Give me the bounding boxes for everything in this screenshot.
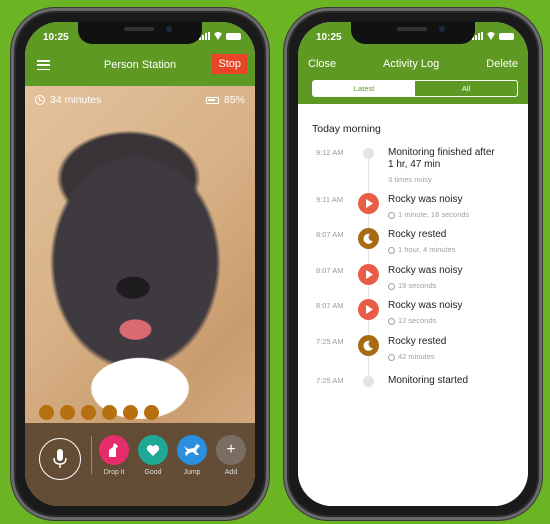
segmented-control: Latest All — [312, 80, 518, 97]
entry-time: 9:12 AM — [316, 148, 344, 157]
status-dot-icon — [363, 148, 374, 159]
control-panel: Drop it Good Jump + Add — [25, 423, 255, 506]
heart-icon — [138, 435, 168, 465]
play-icon[interactable] — [358, 299, 379, 320]
status-time: 10:25 — [316, 32, 342, 43]
phone-frame-right: 10:25 Close Activity Log Delete Latest A… — [284, 8, 542, 520]
nav-bar: Close Activity Log Delete — [308, 50, 518, 78]
status-dot-icon — [363, 376, 374, 387]
action-drop-it[interactable]: Drop it — [99, 435, 129, 476]
action-add[interactable]: + Add — [216, 435, 246, 476]
nav-bar: Person Station Stop — [25, 50, 255, 80]
moon-icon — [358, 228, 379, 249]
clock-icon — [388, 282, 395, 290]
dog-sit-icon — [99, 435, 129, 465]
microphone-icon — [53, 449, 67, 468]
tab-latest[interactable]: Latest — [313, 81, 415, 96]
clock-icon — [35, 95, 45, 105]
entry-title: Rocky was noisy — [388, 194, 463, 205]
moon-icon — [358, 335, 379, 356]
feed-info: 34 minutes 85% — [35, 94, 245, 106]
clock-icon — [388, 353, 395, 361]
divider — [91, 436, 92, 474]
wifi-icon — [486, 32, 496, 40]
action-jump[interactable]: Jump — [177, 435, 207, 476]
treat-dot — [60, 405, 75, 420]
battery-icon — [499, 33, 514, 40]
command-actions: Drop it Good Jump + Add — [99, 435, 246, 476]
entry-title: Rocky was noisy — [388, 300, 463, 311]
action-label: Good — [144, 469, 162, 476]
clock-icon — [388, 317, 395, 325]
camera-screen: 10:25 Person Station Stop 34 minutes 85% — [25, 22, 255, 506]
battery-icon — [205, 96, 219, 104]
treat-indicator — [39, 405, 159, 420]
entry-duration: 12 seconds — [398, 316, 437, 325]
microphone-button[interactable] — [39, 438, 81, 480]
duration: 34 minutes — [35, 94, 101, 106]
entry-duration: 42 minutes — [398, 352, 435, 361]
action-label: Drop it — [103, 469, 125, 476]
stop-button[interactable]: Stop — [212, 54, 247, 74]
battery-icon — [226, 33, 241, 40]
plus-icon: + — [216, 435, 246, 465]
wifi-icon — [213, 32, 223, 40]
entry-title: Monitoring started — [388, 375, 469, 386]
entry-duration: 1 hour, 4 minutes — [398, 245, 456, 254]
entry-duration: 1 minute, 18 seconds — [398, 210, 470, 219]
action-good[interactable]: Good — [138, 435, 168, 476]
phone-frame-left: 10:25 Person Station Stop 34 minutes 85% — [11, 8, 269, 520]
battery-level: 85% — [205, 94, 245, 106]
entry-time: 8:07 AM — [316, 266, 344, 275]
status-time: 10:25 — [43, 32, 69, 43]
delete-button[interactable]: Delete — [486, 58, 518, 70]
section-title: Today morning — [312, 123, 381, 135]
menu-icon[interactable] — [37, 60, 50, 70]
entry-duration: 19 seconds — [398, 281, 437, 290]
tab-all[interactable]: All — [415, 81, 517, 96]
action-label: Add — [224, 469, 238, 476]
play-icon[interactable] — [358, 264, 379, 285]
page-title: Activity Log — [383, 58, 440, 70]
entry-time: 7:25 AM — [316, 337, 344, 346]
entry-title: Rocky rested — [388, 336, 447, 347]
treat-dot — [39, 405, 54, 420]
activity-log-screen: 10:25 Close Activity Log Delete Latest A… — [298, 22, 528, 506]
clock-icon — [388, 211, 395, 219]
entry-time: 7:25 AM — [316, 376, 344, 385]
action-label: Jump — [183, 469, 201, 476]
entry-title: Monitoring finished after 1 hr, 47 min — [388, 147, 495, 170]
entry-title: Rocky was noisy — [388, 265, 463, 276]
entry-time: 8:07 AM — [316, 230, 344, 239]
clock-icon — [388, 246, 395, 254]
close-button[interactable]: Close — [308, 58, 336, 70]
treat-dot — [81, 405, 96, 420]
activity-log: Today morning 9:12 AM Monitoring finishe… — [298, 104, 528, 506]
treat-dot — [144, 405, 159, 420]
notch — [78, 22, 202, 44]
entry-title: Rocky rested — [388, 229, 447, 240]
treat-dot — [123, 405, 138, 420]
entry-subtitle: 3 times noisy — [388, 175, 432, 184]
play-icon[interactable] — [358, 193, 379, 214]
treat-dot — [102, 405, 117, 420]
entry-time: 8:07 AM — [316, 301, 344, 310]
page-title: Person Station — [103, 59, 177, 71]
entry-time: 9:11 AM — [316, 195, 343, 204]
notch — [351, 22, 475, 44]
dog-jump-icon — [177, 435, 207, 465]
